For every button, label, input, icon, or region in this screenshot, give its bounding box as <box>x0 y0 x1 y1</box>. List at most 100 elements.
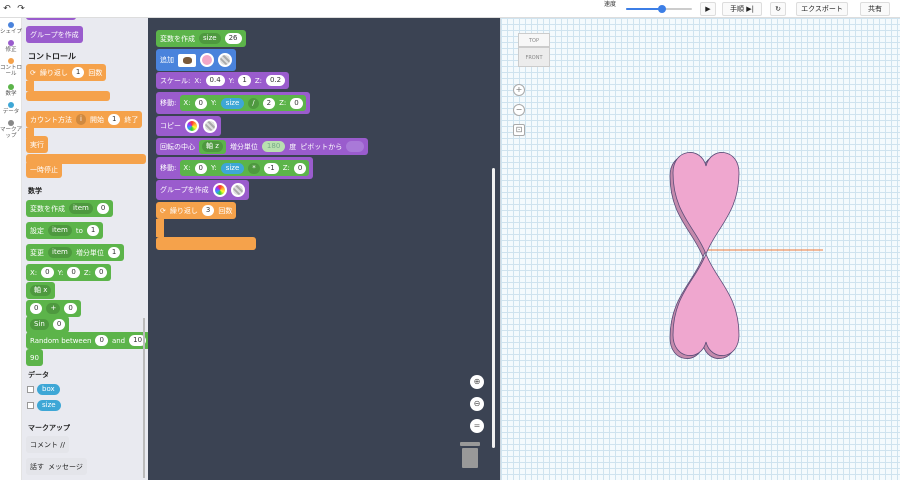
flyout-exec-block[interactable]: 実行 <box>26 136 48 153</box>
scale-x[interactable]: 0.4 <box>205 75 225 86</box>
scale-y[interactable]: 1 <box>238 75 251 86</box>
view-cube-top[interactable]: TOP <box>518 33 550 47</box>
flyout-xyz-block[interactable]: X: 0 Y: 0 Z: 0 <box>26 264 112 281</box>
move-block-2[interactable]: 移動: X: 0 Y: size * -1 Z: 0 <box>156 157 314 179</box>
rotate-degrees[interactable]: 180 <box>261 141 286 152</box>
reset-button[interactable]: ↻ <box>770 2 786 16</box>
move2-z[interactable]: 0 <box>293 162 307 174</box>
var-dropdown[interactable]: item <box>48 247 72 258</box>
share-button[interactable]: 共有 <box>860 2 890 16</box>
move1-y-divisor[interactable]: 2 <box>262 97 276 109</box>
rotate-axis-dropdown[interactable]: 軸 z <box>202 141 223 152</box>
scale-block[interactable]: スケール: X: 0.4 Y: 1 Z: 0.2 <box>156 72 290 89</box>
axis-dropdown[interactable]: 軸 x <box>30 285 52 296</box>
data-size-variable[interactable]: size <box>37 400 61 411</box>
zoom-in-icon[interactable]: ⊕ <box>470 375 484 389</box>
flyout-sin-block[interactable]: Sin 0 <box>26 316 70 333</box>
view-cube-front[interactable]: FRONT <box>518 47 550 67</box>
data-size-row[interactable]: size <box>27 400 61 411</box>
x-value[interactable]: 0 <box>41 267 54 278</box>
redo-icon[interactable]: ↷ <box>14 4 28 14</box>
view-cube[interactable]: TOP FRONT <box>518 33 550 67</box>
var-value[interactable]: 26 <box>224 33 242 44</box>
category-shapes[interactable]: シェイプ <box>0 22 22 35</box>
undo-icon[interactable]: ↶ <box>0 4 14 14</box>
category-data[interactable]: データ <box>0 102 22 115</box>
workspace-scrollbar[interactable] <box>492 168 495 448</box>
flyout-pause-block[interactable]: 一時停止 <box>26 161 62 178</box>
var-name-dropdown[interactable]: size <box>199 33 221 44</box>
var-dropdown[interactable]: item <box>48 225 72 236</box>
flyout-say-block[interactable]: 話す メッセージ <box>26 458 87 475</box>
change-value[interactable]: 1 <box>107 247 121 258</box>
trig-dropdown[interactable]: Sin <box>30 319 49 330</box>
move1-z[interactable]: 0 <box>290 97 303 109</box>
operand-left[interactable]: 0 <box>30 303 43 314</box>
hole-pattern-icon[interactable] <box>218 53 232 67</box>
flyout-number-block[interactable]: 90 <box>26 349 43 366</box>
hole-pattern-icon[interactable] <box>230 183 245 197</box>
upper-heart-shape[interactable] <box>672 152 740 256</box>
add-shape-block[interactable]: 追加 <box>156 49 236 71</box>
category-markup[interactable]: マークアップ <box>0 120 22 139</box>
scale-z[interactable]: 0.2 <box>266 75 286 86</box>
repeat-count[interactable]: 1 <box>71 67 85 78</box>
move1-y-var[interactable]: size <box>220 97 245 109</box>
flyout-comment-block[interactable]: コメント // <box>26 436 69 453</box>
pivot-slot[interactable] <box>346 141 365 152</box>
flyout-set-block[interactable]: 設定 item to 1 <box>26 222 104 239</box>
move-block-1[interactable]: 移動: X: 0 Y: size / 2 Z: 0 <box>156 92 310 114</box>
color-rainbow-icon[interactable] <box>212 183 227 197</box>
repeat-block[interactable]: ⟳ 繰り返し 3 回数 <box>156 202 237 219</box>
zoom-in-icon[interactable]: + <box>513 84 525 96</box>
step-button[interactable]: 手順 ▶| <box>722 2 762 16</box>
color-rainbow-icon[interactable] <box>185 119 199 133</box>
category-math[interactable]: 数学 <box>0 84 22 97</box>
move1-x[interactable]: 0 <box>194 97 207 109</box>
flyout-count-block[interactable]: カウント方法 i 開始 1 終了 <box>26 111 143 128</box>
zoom-out-icon[interactable]: − <box>513 104 525 116</box>
trash-icon[interactable] <box>460 442 480 468</box>
data-box-variable[interactable]: box <box>37 384 60 395</box>
category-modify[interactable]: 修正 <box>0 40 22 53</box>
create-var-block[interactable]: 変数を作成 size 26 <box>156 30 246 47</box>
move2-y-var[interactable]: size <box>220 162 245 174</box>
play-button[interactable]: ▶ <box>700 2 716 16</box>
flyout-scrollbar[interactable] <box>143 318 145 478</box>
lower-heart-shape[interactable] <box>672 252 740 356</box>
hole-pattern-icon[interactable] <box>203 119 217 133</box>
z-value[interactable]: 0 <box>94 267 108 278</box>
y-value[interactable]: 0 <box>67 267 80 278</box>
operand-right[interactable]: 0 <box>64 303 77 314</box>
count-start-input[interactable]: 1 <box>107 114 121 125</box>
export-button[interactable]: エクスポート <box>796 2 848 16</box>
rotate-block[interactable]: 回転の中心 軸 z 増分単位 180 度 ピボットから <box>156 138 369 155</box>
flyout-group-block[interactable]: グループを作成 <box>26 26 83 43</box>
flyout-operator-block[interactable]: 0 + 0 <box>26 300 81 317</box>
zoom-out-icon[interactable]: ⊖ <box>470 397 484 411</box>
category-control[interactable]: コントロール <box>0 58 22 77</box>
partial-block[interactable] <box>26 18 76 20</box>
shape-thumbnail-icon[interactable] <box>178 53 196 67</box>
repeat-count[interactable]: 3 <box>201 205 215 216</box>
flyout-random-block[interactable]: Random between 0 and 10 <box>26 332 148 349</box>
sin-value[interactable]: 0 <box>52 319 66 330</box>
speed-slider[interactable] <box>626 5 692 13</box>
fit-view-icon[interactable]: ⊡ <box>513 124 525 136</box>
move1-operator[interactable]: / <box>248 97 259 109</box>
set-value[interactable]: 1 <box>86 225 100 236</box>
3d-viewport[interactable]: + − ⊡ <box>500 18 900 480</box>
operator-dropdown[interactable]: + <box>46 303 61 314</box>
flyout-axis-block[interactable]: 軸 x <box>26 282 56 299</box>
color-swatch[interactable] <box>200 53 214 67</box>
flyout-create-var-block[interactable]: 変数を作成 item 0 <box>26 200 114 217</box>
flyout-change-block[interactable]: 変更 item 増分単位 1 <box>26 244 125 261</box>
move2-x[interactable]: 0 <box>194 162 207 174</box>
zoom-reset-icon[interactable]: = <box>470 419 484 433</box>
random-from[interactable]: 0 <box>95 335 108 346</box>
copy-block[interactable]: コピー <box>156 116 221 136</box>
checkbox[interactable] <box>27 402 34 409</box>
data-box-row[interactable]: box <box>27 384 60 395</box>
count-var-dropdown[interactable]: i <box>76 114 86 125</box>
code-workspace[interactable]: 変数を作成 size 26 追加 スケール: X: 0.4 Y: 1 Z: 0.2 移… <box>148 18 500 480</box>
